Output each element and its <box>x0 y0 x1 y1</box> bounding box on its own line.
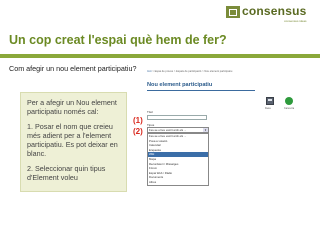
title-input[interactable] <box>147 115 207 120</box>
marker-2: (2) <box>133 127 143 136</box>
breadcrumb: Inici > Espai de proves > Espais de part… <box>147 70 232 73</box>
logo-square-icon <box>226 6 240 18</box>
instructions-step-2: 2. Seleccionar quin tipus d'Element vole… <box>27 164 106 182</box>
chevron-down-icon[interactable]: ▾ <box>203 128 208 132</box>
form-title: Nou element participatiu <box>147 82 213 88</box>
type-select-value: Fes-se el teu escrit amb els ... <box>149 128 187 132</box>
logo-text: consensus <box>242 4 307 18</box>
form-title-underline <box>147 90 255 91</box>
instructions-step-1: 1. Posar el nom que creieu més adient pe… <box>27 122 118 158</box>
page-title: Un cop creat l'espai què hem de fer? <box>9 33 227 47</box>
instructions-box: Per a afegir un Nou element participatiu… <box>20 92 127 192</box>
embedded-screenshot: Inici > Espai de proves > Espais de part… <box>147 70 317 230</box>
logo-subtext: consensus ideas <box>284 19 307 23</box>
cancel-label: Cancel·la <box>284 107 295 110</box>
consensus-logo: consensus consensus ideas <box>226 4 307 23</box>
instructions-intro: Per a afegir un Nou element participatiu… <box>27 98 117 116</box>
dropdown-option[interactable]: Altres <box>148 180 208 185</box>
marker-1: (1) <box>133 116 143 125</box>
title-divider <box>0 54 320 58</box>
save-icon[interactable] <box>266 97 274 105</box>
save-label: Desa <box>265 107 271 110</box>
breadcrumb-path: > Espai de proves > Espais de participac… <box>151 70 233 73</box>
cancel-icon[interactable] <box>285 97 293 105</box>
title-label: Títol <box>147 110 153 114</box>
type-dropdown-list: Fes-se el teu escrit amb els ... Posa a … <box>147 133 209 186</box>
page-subtitle: Com afegir un nou element participatiu? <box>9 64 137 73</box>
